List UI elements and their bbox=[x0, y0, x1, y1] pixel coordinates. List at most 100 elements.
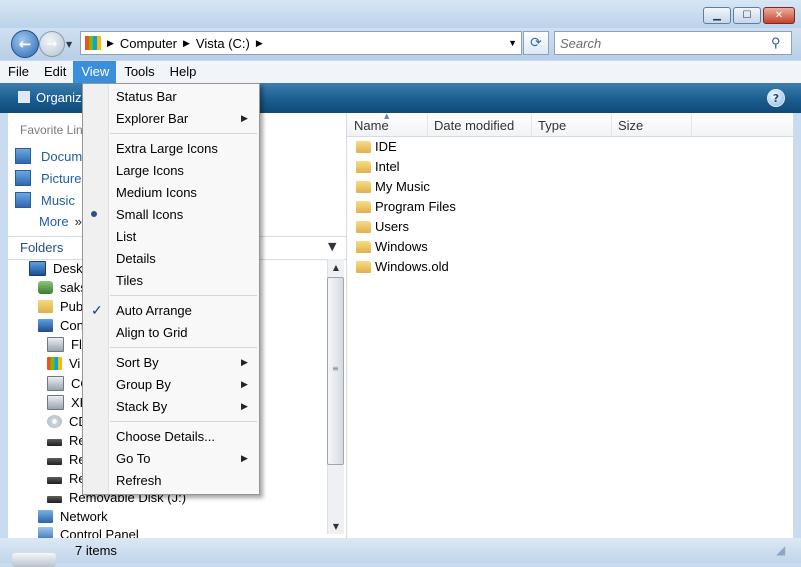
list-item[interactable]: IDE bbox=[356, 139, 397, 154]
menu-edit[interactable]: Edit bbox=[36, 61, 73, 83]
tree-item-vista[interactable]: Vi bbox=[47, 356, 80, 371]
menu-item-group-by[interactable]: Group By bbox=[116, 373, 256, 395]
file-list-pane bbox=[347, 113, 793, 538]
submenu-arrow-icon: ▶ bbox=[241, 379, 248, 389]
folder-icon bbox=[356, 220, 371, 233]
tree-item-control-panel[interactable]: Control Panel bbox=[38, 527, 139, 538]
submenu-arrow-icon: ▶ bbox=[241, 401, 248, 411]
file-name: Windows bbox=[375, 239, 428, 254]
tree-item-network[interactable]: Network bbox=[38, 509, 108, 524]
refresh-icon[interactable]: ⟳ bbox=[523, 31, 549, 55]
item-count: 7 items bbox=[75, 543, 117, 558]
menu-item-refresh[interactable]: Refresh bbox=[116, 469, 256, 491]
menu-item-medium-icons[interactable]: Medium Icons bbox=[116, 181, 256, 203]
tree-item-removable[interactable]: Re bbox=[47, 433, 86, 448]
menu-help[interactable]: Help bbox=[162, 61, 204, 83]
tree-item-user[interactable]: saks bbox=[38, 280, 87, 295]
drive-icon bbox=[12, 553, 56, 567]
back-button[interactable]: ← bbox=[11, 30, 39, 58]
file-name: My Music bbox=[375, 179, 430, 194]
removable-disk-icon bbox=[47, 496, 62, 503]
tree-item-public[interactable]: Pub bbox=[38, 299, 83, 314]
menu-separator bbox=[110, 133, 257, 134]
recent-pages-dropdown-icon[interactable]: ▼ bbox=[66, 40, 72, 49]
menu-bar: File Edit View Tools Help bbox=[0, 61, 801, 84]
sort-ascending-icon: ▲ bbox=[384, 112, 390, 120]
submenu-arrow-icon: ▶ bbox=[241, 453, 248, 463]
column-type[interactable]: Type bbox=[532, 114, 612, 136]
tree-item-removable[interactable]: Re bbox=[47, 471, 86, 486]
list-item[interactable]: Intel bbox=[356, 159, 400, 174]
chevron-down-icon[interactable]: ▼ bbox=[328, 240, 336, 253]
removable-disk-icon bbox=[47, 458, 62, 465]
list-item[interactable]: Windows.old bbox=[356, 259, 449, 274]
folder-icon bbox=[356, 180, 371, 193]
menu-item-stack-by[interactable]: Stack By bbox=[116, 395, 256, 417]
menu-tools[interactable]: Tools bbox=[116, 61, 161, 83]
address-dropdown-icon[interactable]: ▼ bbox=[508, 38, 517, 48]
tree-item-desktop[interactable]: Deskt bbox=[29, 261, 86, 276]
menu-item-auto-arrange[interactable]: Auto Arrange bbox=[116, 299, 256, 321]
column-size[interactable]: Size bbox=[612, 114, 692, 136]
favorites-more-button[interactable]: More » bbox=[39, 214, 82, 229]
favorite-pictures[interactable]: Pictures bbox=[15, 170, 88, 186]
help-icon[interactable]: ? bbox=[767, 89, 785, 107]
menu-file[interactable]: File bbox=[0, 61, 36, 83]
menu-item-large-icons[interactable]: Large Icons bbox=[116, 159, 256, 181]
scroll-down-icon[interactable]: ▼ bbox=[328, 518, 344, 534]
computer-icon bbox=[85, 36, 101, 50]
resize-grip-icon[interactable]: ◢ bbox=[776, 543, 785, 557]
address-bar[interactable]: ▶ Computer ▶ Vista (C:) ▶ ▼ bbox=[80, 31, 522, 55]
tree-label: Vi bbox=[69, 356, 81, 371]
tree-item-removable[interactable]: Re bbox=[47, 452, 86, 467]
hard-drive-icon bbox=[47, 376, 64, 391]
breadcrumb-vista-c[interactable]: Vista (C:) bbox=[196, 36, 250, 51]
search-input[interactable]: Search bbox=[555, 36, 771, 51]
favorite-music[interactable]: Music bbox=[15, 192, 75, 208]
folder-icon bbox=[356, 160, 371, 173]
tree-item-computer[interactable]: Con bbox=[38, 318, 84, 333]
windows-drive-icon bbox=[47, 357, 62, 370]
menu-item-go-to[interactable]: Go To bbox=[116, 447, 256, 469]
organize-button[interactable]: Organiz bbox=[18, 90, 82, 105]
list-item[interactable]: Program Files bbox=[356, 199, 456, 214]
cd-drive-icon bbox=[47, 415, 62, 428]
menu-item-small-icons[interactable]: Small Icons bbox=[116, 203, 256, 225]
column-date-modified[interactable]: Date modified bbox=[428, 114, 532, 136]
menu-item-extra-large-icons[interactable]: Extra Large Icons bbox=[116, 137, 256, 159]
menu-item-explorer-bar[interactable]: Explorer Bar bbox=[116, 107, 256, 129]
menu-separator bbox=[110, 421, 257, 422]
submenu-arrow-icon: ▶ bbox=[241, 113, 248, 123]
chevron-right-icon[interactable]: ▶ bbox=[256, 38, 263, 49]
search-icon[interactable]: ⚲ bbox=[771, 35, 791, 51]
favorite-label: Pictures bbox=[41, 170, 88, 186]
favorite-documents[interactable]: Docume bbox=[15, 148, 89, 164]
menu-item-choose-details[interactable]: Choose Details... bbox=[116, 425, 256, 447]
menu-view[interactable]: View bbox=[73, 61, 117, 83]
maximize-button[interactable]: ☐ bbox=[733, 7, 761, 24]
minimize-button[interactable]: ▁ bbox=[703, 7, 731, 24]
list-item[interactable]: Windows bbox=[356, 239, 428, 254]
list-item[interactable]: Users bbox=[356, 219, 409, 234]
menu-item-details[interactable]: Details bbox=[116, 247, 256, 269]
menu-item-list[interactable]: List bbox=[116, 225, 256, 247]
chevron-right-icon[interactable]: ▶ bbox=[107, 38, 114, 49]
network-icon bbox=[38, 510, 53, 523]
list-item[interactable]: My Music bbox=[356, 179, 430, 194]
menu-item-tiles[interactable]: Tiles bbox=[116, 269, 256, 291]
breadcrumb-computer[interactable]: Computer bbox=[120, 36, 177, 51]
submenu-arrow-icon: ▶ bbox=[241, 357, 248, 367]
scrollbar-thumb[interactable]: ≡ bbox=[327, 277, 344, 465]
menu-item-align-to-grid[interactable]: Align to Grid bbox=[116, 321, 256, 343]
chevron-right-icon[interactable]: ▶ bbox=[183, 38, 190, 49]
search-box[interactable]: Search ⚲ bbox=[554, 31, 792, 55]
tree-label: Pub bbox=[60, 299, 84, 314]
folder-icon bbox=[356, 200, 371, 213]
control-panel-icon bbox=[38, 527, 53, 538]
menu-item-status-bar[interactable]: Status Bar bbox=[116, 85, 256, 107]
more-label: More bbox=[39, 214, 69, 229]
scroll-up-icon[interactable]: ▲ bbox=[328, 259, 344, 275]
forward-button[interactable]: → bbox=[39, 31, 65, 57]
close-button[interactable]: ✕ bbox=[763, 7, 795, 24]
menu-item-sort-by[interactable]: Sort By bbox=[116, 351, 256, 373]
